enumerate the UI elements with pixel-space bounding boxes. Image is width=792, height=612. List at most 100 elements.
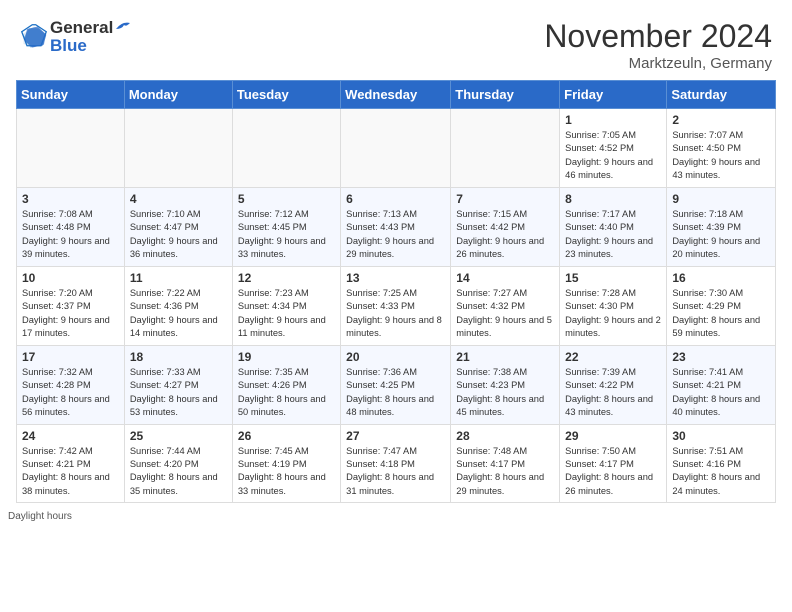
day-number: 11 [130,271,227,285]
calendar-table: SundayMondayTuesdayWednesdayThursdayFrid… [16,80,776,503]
calendar-cell: 4 Sunrise: 7:10 AM Sunset: 4:47 PM Daylig… [124,187,232,266]
calendar-cell: 3 Sunrise: 7:08 AM Sunset: 4:48 PM Daylig… [17,187,125,266]
calendar-cell: 19Sunrise: 7:35 AM Sunset: 4:26 PM Dayli… [232,345,340,424]
day-info: Sunrise: 7:28 AM Sunset: 4:30 PM Dayligh… [565,287,661,341]
day-number: 5 [238,192,335,206]
calendar-cell: 5 Sunrise: 7:12 AM Sunset: 4:45 PM Daylig… [232,187,340,266]
day-number: 6 [346,192,445,206]
calendar-cell: 24 Sunrise: 7:42 AM Sunset: 4:21 PM Dayli… [17,424,125,503]
logo-blue: Blue [50,36,133,56]
day-number: 24 [22,429,119,443]
calendar-cell: 1 Sunrise: 7:05 AM Sunset: 4:52 PM Daylig… [560,109,667,188]
day-info: Sunrise: 7:18 AM Sunset: 4:39 PM Dayligh… [672,208,770,262]
day-info: Sunrise: 7:47 AM Sunset: 4:18 PM Dayligh… [346,445,445,499]
calendar-week-5: 24 Sunrise: 7:42 AM Sunset: 4:21 PM Dayli… [17,424,776,503]
weekday-header-tuesday: Tuesday [232,81,340,109]
logo-bird-icon [114,19,132,33]
day-info: Sunrise: 7:33 AM Sunset: 4:27 PM Dayligh… [130,366,227,420]
day-info: Sunrise: 7:38 AM Sunset: 4:23 PM Dayligh… [456,366,554,420]
calendar-cell [451,109,560,188]
weekday-header-wednesday: Wednesday [341,81,451,109]
day-number: 3 [22,192,119,206]
logo-icon [20,23,48,51]
calendar-week-2: 3 Sunrise: 7:08 AM Sunset: 4:48 PM Daylig… [17,187,776,266]
day-info: Sunrise: 7:25 AM Sunset: 4:33 PM Dayligh… [346,287,445,341]
day-info: Sunrise: 7:48 AM Sunset: 4:17 PM Dayligh… [456,445,554,499]
daylight-note: Daylight hours [0,507,792,528]
day-info: Sunrise: 7:30 AM Sunset: 4:29 PM Dayligh… [672,287,770,341]
weekday-header-sunday: Sunday [17,81,125,109]
day-number: 21 [456,350,554,364]
day-number: 16 [672,271,770,285]
day-number: 12 [238,271,335,285]
calendar-cell: 12Sunrise: 7:23 AM Sunset: 4:34 PM Dayli… [232,266,340,345]
day-info: Sunrise: 7:39 AM Sunset: 4:22 PM Dayligh… [565,366,661,420]
location: Marktzeuln, Germany [544,55,772,72]
calendar-cell: 14 Sunrise: 7:27 AM Sunset: 4:32 PM Dayli… [451,266,560,345]
calendar-week-4: 17 Sunrise: 7:32 AM Sunset: 4:28 PM Dayli… [17,345,776,424]
day-info: Sunrise: 7:20 AM Sunset: 4:37 PM Dayligh… [22,287,119,341]
day-number: 19 [238,350,335,364]
day-info: Sunrise: 7:27 AM Sunset: 4:32 PM Dayligh… [456,287,554,341]
day-number: 27 [346,429,445,443]
day-number: 2 [672,113,770,127]
day-number: 28 [456,429,554,443]
day-number: 4 [130,192,227,206]
calendar-cell [232,109,340,188]
calendar-cell: 15 Sunrise: 7:28 AM Sunset: 4:30 PM Dayli… [560,266,667,345]
day-number: 14 [456,271,554,285]
day-info: Sunrise: 7:17 AM Sunset: 4:40 PM Dayligh… [565,208,661,262]
calendar-cell: 16 Sunrise: 7:30 AM Sunset: 4:29 PM Dayli… [667,266,776,345]
day-number: 29 [565,429,661,443]
day-number: 1 [565,113,661,127]
day-info: Sunrise: 7:10 AM Sunset: 4:47 PM Dayligh… [130,208,227,262]
calendar-cell: 10 Sunrise: 7:20 AM Sunset: 4:37 PM Dayli… [17,266,125,345]
calendar-cell: 9 Sunrise: 7:18 AM Sunset: 4:39 PM Daylig… [667,187,776,266]
day-info: Sunrise: 7:44 AM Sunset: 4:20 PM Dayligh… [130,445,227,499]
day-number: 25 [130,429,227,443]
calendar-cell: 6Sunrise: 7:13 AM Sunset: 4:43 PM Daylig… [341,187,451,266]
day-info: Sunrise: 7:22 AM Sunset: 4:36 PM Dayligh… [130,287,227,341]
day-info: Sunrise: 7:41 AM Sunset: 4:21 PM Dayligh… [672,366,770,420]
day-info: Sunrise: 7:08 AM Sunset: 4:48 PM Dayligh… [22,208,119,262]
day-info: Sunrise: 7:42 AM Sunset: 4:21 PM Dayligh… [22,445,119,499]
calendar-cell: 13Sunrise: 7:25 AM Sunset: 4:33 PM Dayli… [341,266,451,345]
day-info: Sunrise: 7:07 AM Sunset: 4:50 PM Dayligh… [672,129,770,183]
day-number: 7 [456,192,554,206]
day-info: Sunrise: 7:51 AM Sunset: 4:16 PM Dayligh… [672,445,770,499]
calendar-cell [341,109,451,188]
calendar-cell: 23 Sunrise: 7:41 AM Sunset: 4:21 PM Dayli… [667,345,776,424]
day-info: Sunrise: 7:05 AM Sunset: 4:52 PM Dayligh… [565,129,661,183]
calendar-cell: 20Sunrise: 7:36 AM Sunset: 4:25 PM Dayli… [341,345,451,424]
calendar-cell: 25 Sunrise: 7:44 AM Sunset: 4:20 PM Dayli… [124,424,232,503]
weekday-header-monday: Monday [124,81,232,109]
calendar-cell: 18 Sunrise: 7:33 AM Sunset: 4:27 PM Dayli… [124,345,232,424]
logo-general: General [50,18,113,38]
day-number: 18 [130,350,227,364]
calendar-header-row: SundayMondayTuesdayWednesdayThursdayFrid… [17,81,776,109]
day-number: 8 [565,192,661,206]
calendar-cell: 29Sunrise: 7:50 AM Sunset: 4:17 PM Dayli… [560,424,667,503]
day-number: 23 [672,350,770,364]
day-number: 10 [22,271,119,285]
day-info: Sunrise: 7:12 AM Sunset: 4:45 PM Dayligh… [238,208,335,262]
calendar-week-3: 10 Sunrise: 7:20 AM Sunset: 4:37 PM Dayli… [17,266,776,345]
header: General Blue November 2024 Marktzeuln, G… [0,0,792,80]
calendar-cell: 11 Sunrise: 7:22 AM Sunset: 4:36 PM Dayli… [124,266,232,345]
day-number: 22 [565,350,661,364]
day-number: 30 [672,429,770,443]
calendar-cell: 28 Sunrise: 7:48 AM Sunset: 4:17 PM Dayli… [451,424,560,503]
calendar-wrapper: SundayMondayTuesdayWednesdayThursdayFrid… [0,80,792,507]
day-number: 9 [672,192,770,206]
weekday-header-thursday: Thursday [451,81,560,109]
calendar-week-1: 1 Sunrise: 7:05 AM Sunset: 4:52 PM Daylig… [17,109,776,188]
day-info: Sunrise: 7:32 AM Sunset: 4:28 PM Dayligh… [22,366,119,420]
weekday-header-saturday: Saturday [667,81,776,109]
day-number: 17 [22,350,119,364]
calendar-cell: 30 Sunrise: 7:51 AM Sunset: 4:16 PM Dayli… [667,424,776,503]
title-block: November 2024 Marktzeuln, Germany [544,18,772,72]
day-number: 15 [565,271,661,285]
calendar-cell [17,109,125,188]
logo: General Blue [20,18,133,56]
calendar-cell: 8 Sunrise: 7:17 AM Sunset: 4:40 PM Daylig… [560,187,667,266]
